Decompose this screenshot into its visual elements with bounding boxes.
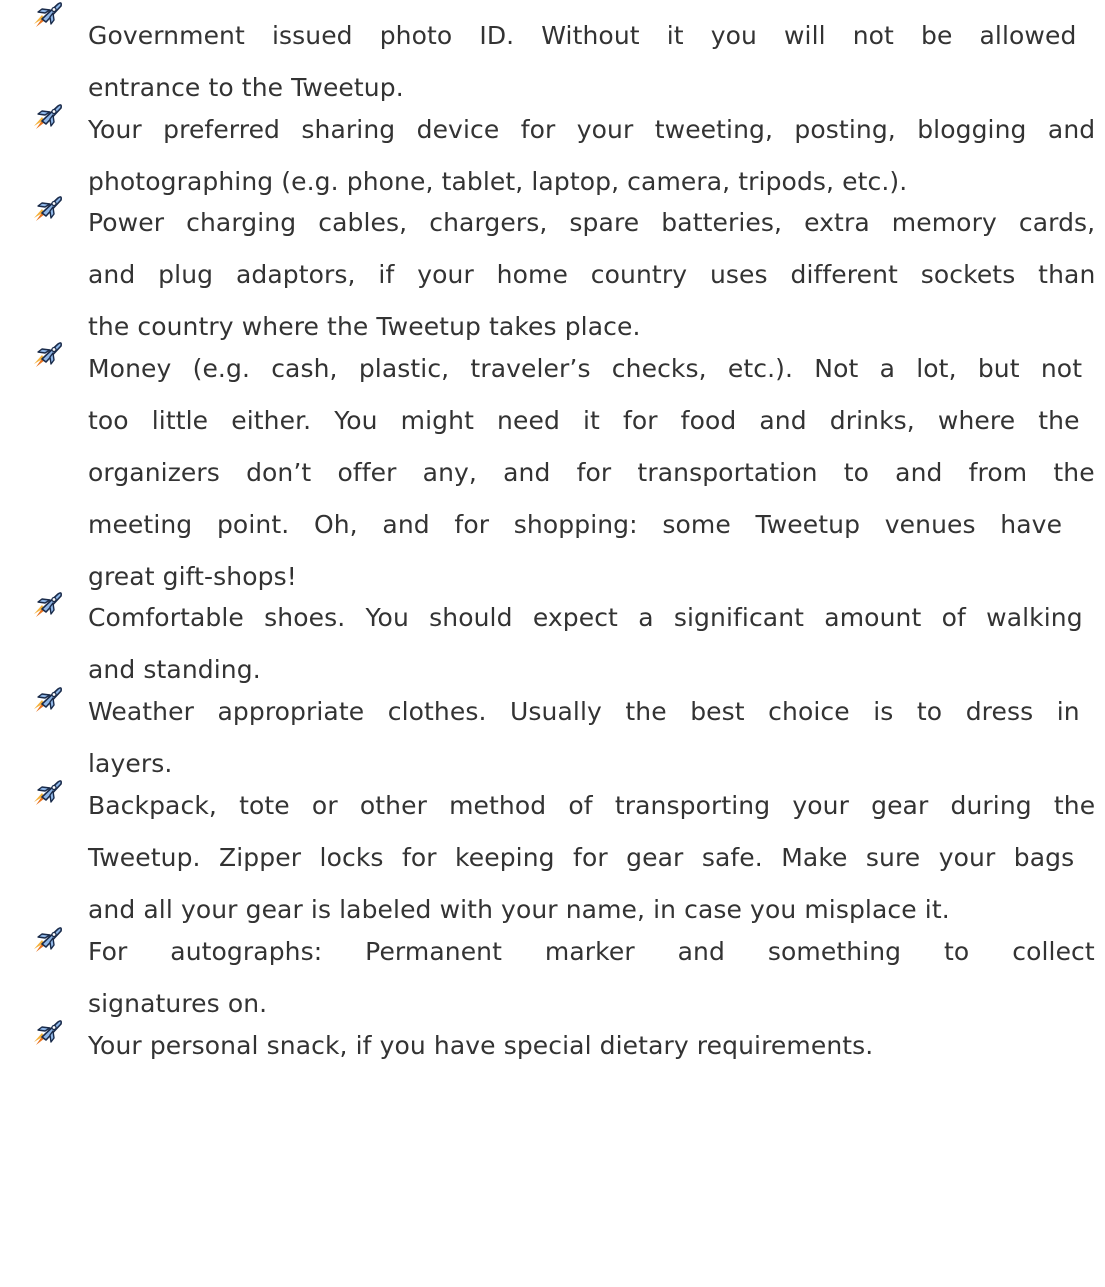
rocket-icon xyxy=(32,590,64,620)
text-line: and plug adaptors, if your home country … xyxy=(88,260,1096,289)
text-line: Your preferred sharing device for your t… xyxy=(88,115,1096,144)
list-item-text: Comfortable shoes. You should expect a s… xyxy=(88,592,1095,696)
rocket-icon xyxy=(32,340,64,370)
list-item-text: Power charging cables, chargers, spare b… xyxy=(88,197,1095,353)
text-line: Tweetup. Zipper locks for keeping for ge… xyxy=(88,843,1075,872)
text-line: Backpack, tote or other method of transp… xyxy=(88,791,1096,820)
list-item-text: Your personal snack, if you have special… xyxy=(88,1020,1095,1072)
text-line: For autographs: Permanent marker and som… xyxy=(88,937,1095,966)
text-line: Your personal snack, if you have special… xyxy=(88,1031,874,1060)
list-item-text: Government issued photo ID. Without it y… xyxy=(88,10,1095,114)
rocket-icon xyxy=(32,0,64,30)
list-item-text: Money (e.g. cash, plastic, traveler’s ch… xyxy=(88,343,1095,603)
text-line: Money (e.g. cash, plastic, traveler’s ch… xyxy=(88,354,1083,383)
rocket-icon xyxy=(32,194,64,224)
text-line: meeting point. Oh, and for shopping: som… xyxy=(88,510,1063,539)
list-item-text: Backpack, tote or other method of transp… xyxy=(88,780,1095,936)
list-item-text: Your preferred sharing device for your t… xyxy=(88,104,1095,208)
rocket-icon xyxy=(32,925,64,955)
rocket-icon xyxy=(32,102,64,132)
rocket-icon xyxy=(32,1018,64,1048)
list-item-text: Weather appropriate clothes. Usually the… xyxy=(88,686,1095,790)
text-line: Power charging cables, chargers, spare b… xyxy=(88,208,1096,237)
text-line: too little either. You might need it for… xyxy=(88,406,1080,435)
list-item-text: For autographs: Permanent marker and som… xyxy=(88,926,1095,1030)
text-line: Weather appropriate clothes. Usually the… xyxy=(88,697,1080,726)
text-line: Comfortable shoes. You should expect a s… xyxy=(88,603,1083,632)
rocket-icon xyxy=(32,685,64,715)
rocket-icon xyxy=(32,778,64,808)
text-line: Government issued photo ID. Without it y… xyxy=(88,21,1077,50)
text-line: organizers don’t offer any, and for tran… xyxy=(88,458,1095,487)
